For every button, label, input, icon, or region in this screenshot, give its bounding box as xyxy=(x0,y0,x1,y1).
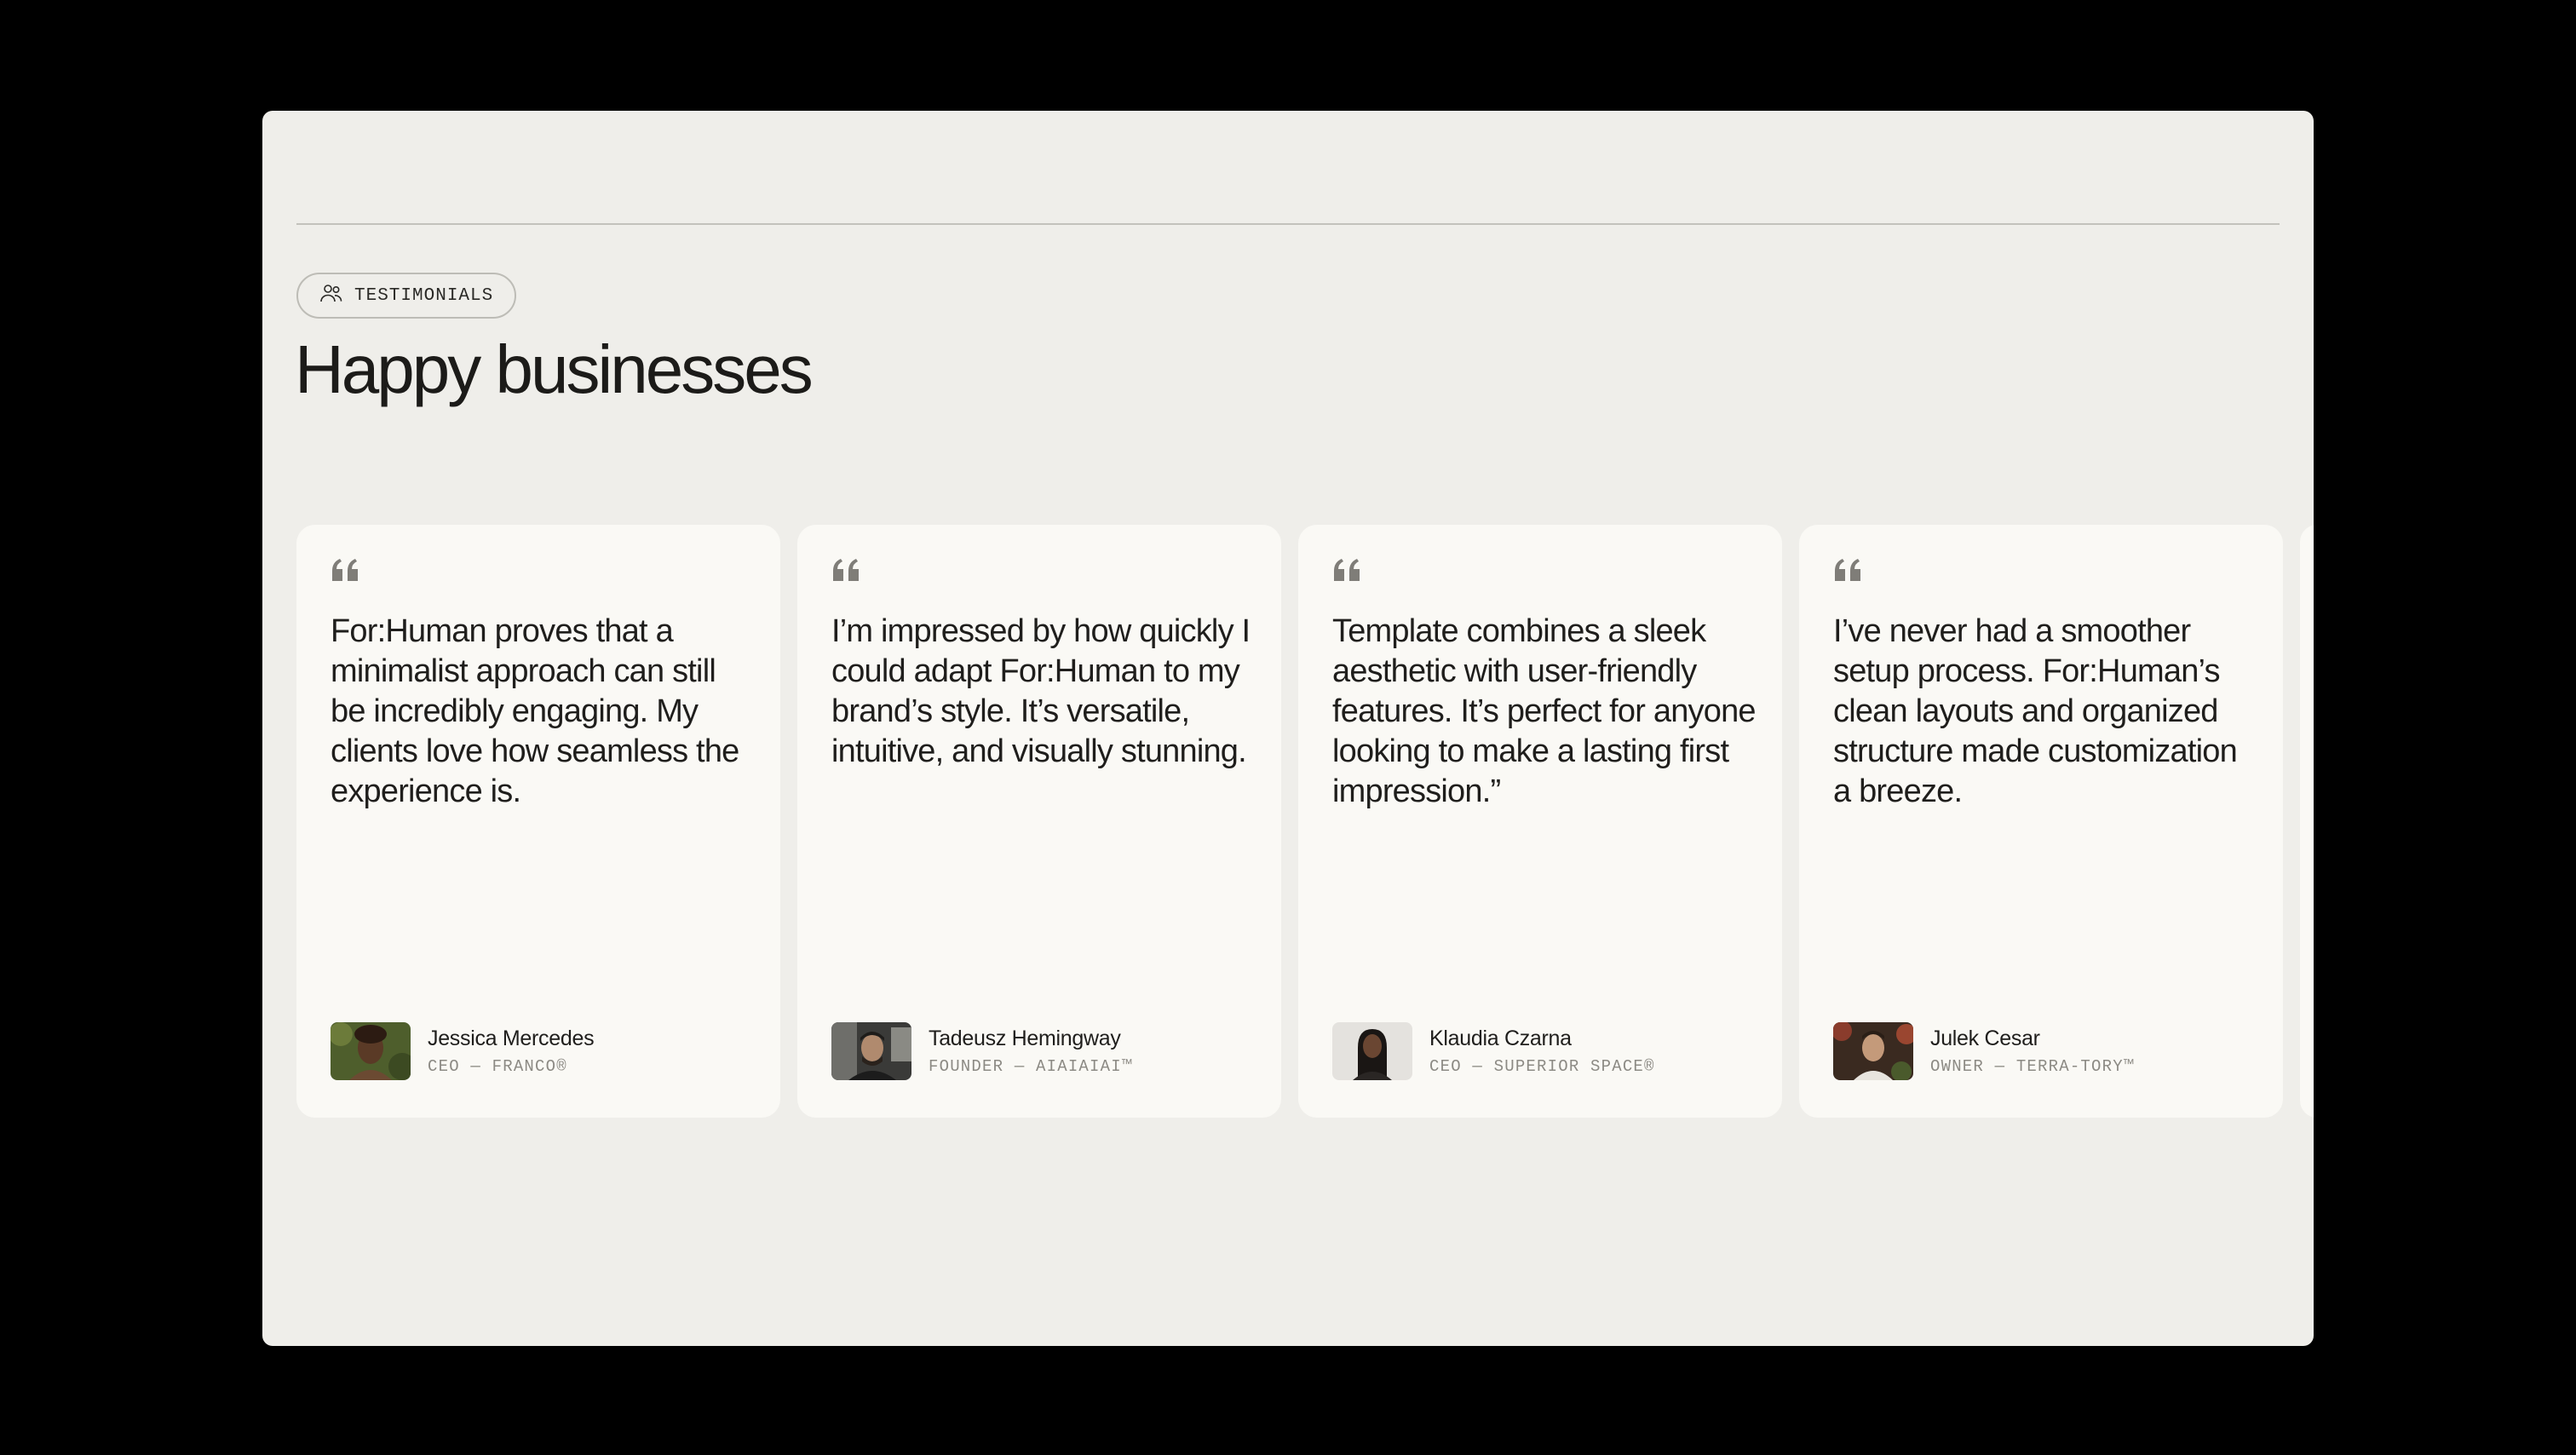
testimonial-card: Template combines a sleek aesthetic with… xyxy=(1298,525,1782,1118)
author-role: CEO — SUPERIOR SPACE® xyxy=(1429,1057,1655,1076)
author-role: CEO — FRANCO® xyxy=(428,1057,567,1076)
testimonial-quote: Template combines a sleek aesthetic with… xyxy=(1332,613,1757,809)
badge-label: TESTIMONIALS xyxy=(354,285,494,306)
testimonial-author: Klaudia Czarna CEO — SUPERIOR SPACE® xyxy=(1332,1022,1655,1080)
author-name: Julek Cesar xyxy=(1930,1027,2040,1050)
avatar xyxy=(831,1022,911,1080)
testimonial-author: Tadeusz Hemingway FOUNDER — AIAIAIAI™ xyxy=(831,1022,1132,1080)
testimonial-card-next[interactable] xyxy=(2300,525,2314,1118)
page-title: Happy businesses xyxy=(295,331,814,407)
avatar xyxy=(331,1022,411,1080)
section-divider xyxy=(296,223,2280,225)
testimonials-section: TESTIMONIALS Happy businesses For:Human … xyxy=(262,111,2314,1346)
testimonial-card: I’m impressed by how quickly I could ada… xyxy=(797,525,1281,1118)
testimonial-quote: I’m impressed by how quickly I could ada… xyxy=(831,613,1251,769)
quote-icon xyxy=(332,559,358,581)
avatar xyxy=(1833,1022,1913,1080)
author-name: Klaudia Czarna xyxy=(1429,1027,1572,1050)
testimonial-author: Julek Cesar OWNER — TERRA-TORY™ xyxy=(1833,1022,2134,1080)
author-role: FOUNDER — AIAIAIAI™ xyxy=(929,1057,1133,1076)
author-role: OWNER — TERRA-TORY™ xyxy=(1930,1057,2135,1076)
testimonial-carousel[interactable]: For:Human proves that a minimalist appro… xyxy=(296,525,2314,1118)
author-name: Jessica Mercedes xyxy=(428,1027,595,1050)
quote-icon xyxy=(1835,559,1860,581)
testimonial-quote: I’ve never had a smoother setup process.… xyxy=(1833,613,2238,809)
author-name: Tadeusz Hemingway xyxy=(929,1027,1121,1050)
testimonial-quote: For:Human proves that a minimalist appro… xyxy=(331,613,739,809)
testimonial-author: Jessica Mercedes CEO — FRANCO® xyxy=(331,1022,595,1080)
testimonials-badge: TESTIMONIALS xyxy=(296,273,516,319)
quote-icon xyxy=(833,559,859,581)
testimonial-card: For:Human proves that a minimalist appro… xyxy=(296,525,780,1118)
avatar xyxy=(1332,1022,1412,1080)
quote-icon xyxy=(1334,559,1360,581)
users-icon xyxy=(319,281,344,311)
testimonial-card: I’ve never had a smoother setup process.… xyxy=(1799,525,2283,1118)
